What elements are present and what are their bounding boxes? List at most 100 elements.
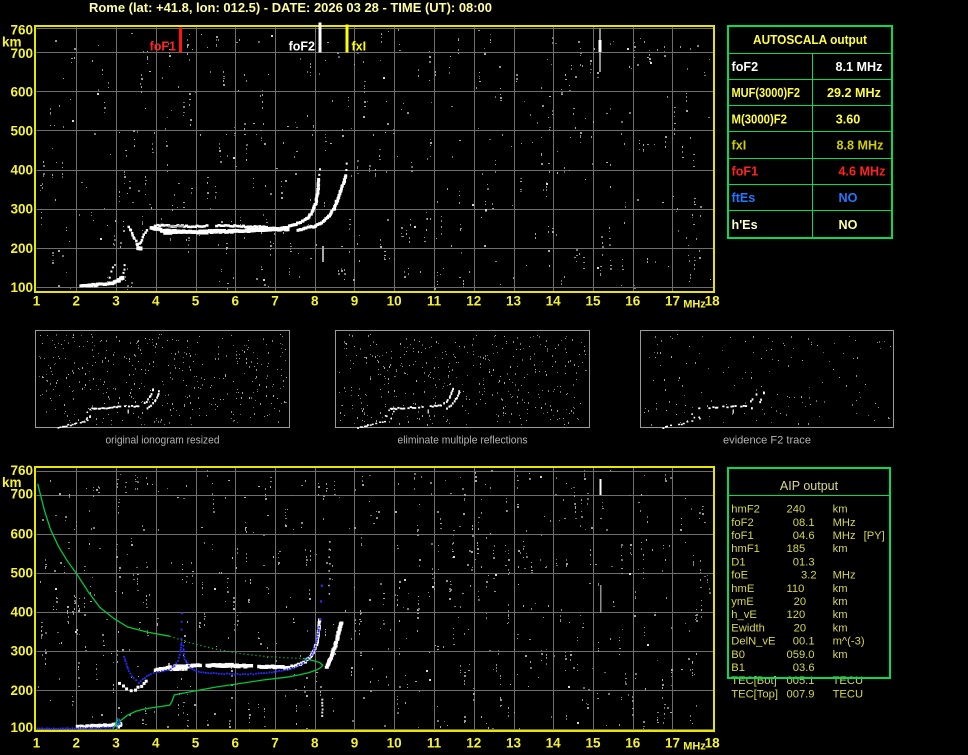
- svg-text:km: km: [833, 543, 848, 555]
- svg-text:200: 200: [10, 683, 33, 698]
- svg-text:evidence F2 trace: evidence F2 trace: [723, 435, 811, 447]
- svg-text:MHz: MHz: [833, 570, 856, 582]
- svg-text:04.6: 04.6: [793, 530, 815, 542]
- svg-text:240: 240: [787, 504, 806, 516]
- svg-text:1: 1: [33, 294, 41, 309]
- svg-text:400: 400: [10, 163, 33, 178]
- svg-text:ftEs: ftEs: [732, 191, 756, 205]
- svg-text:[PY]: [PY]: [864, 530, 885, 542]
- svg-text:08.1: 08.1: [793, 517, 815, 529]
- svg-text:foF1: foF1: [150, 40, 176, 54]
- svg-text:foF1: foF1: [732, 165, 759, 179]
- svg-text:MHz: MHz: [833, 517, 856, 529]
- svg-text:14: 14: [546, 294, 562, 309]
- svg-text:007.9: 007.9: [787, 688, 815, 700]
- svg-text:foE: foE: [731, 570, 748, 582]
- svg-text:11: 11: [427, 736, 442, 751]
- svg-text:hmE: hmE: [731, 583, 754, 595]
- svg-text:4: 4: [152, 736, 160, 751]
- svg-text:7: 7: [271, 294, 279, 309]
- svg-text:4.6 MHz: 4.6 MHz: [839, 165, 886, 179]
- svg-text:hmF1: hmF1: [731, 543, 760, 555]
- svg-text:185: 185: [787, 543, 806, 555]
- svg-text:B1: B1: [731, 662, 745, 674]
- svg-text:17: 17: [665, 736, 680, 751]
- svg-text:01.3: 01.3: [793, 556, 815, 568]
- svg-text:10: 10: [387, 736, 402, 751]
- svg-text:300: 300: [10, 202, 33, 217]
- svg-text:10: 10: [387, 294, 402, 309]
- svg-text:NO: NO: [839, 218, 858, 232]
- svg-text:AUTOSCALA output: AUTOSCALA output: [753, 32, 868, 47]
- svg-text:ymE: ymE: [731, 596, 753, 608]
- svg-text:fxI: fxI: [352, 40, 367, 54]
- svg-text:29.2 MHz: 29.2 MHz: [827, 86, 881, 100]
- svg-text:20: 20: [794, 622, 806, 634]
- svg-text:AIP output: AIP output: [780, 479, 839, 493]
- svg-text:8.8 MHz: 8.8 MHz: [837, 139, 884, 153]
- svg-text:5: 5: [192, 294, 200, 309]
- svg-text:km: km: [833, 609, 848, 621]
- svg-text:600: 600: [10, 85, 33, 100]
- svg-text:8: 8: [311, 294, 319, 309]
- svg-text:2: 2: [72, 736, 80, 751]
- svg-text:TEC[Top]: TEC[Top]: [731, 688, 778, 700]
- svg-text:100: 100: [10, 720, 33, 735]
- svg-text:km: km: [833, 596, 848, 608]
- svg-text:Ewidth: Ewidth: [731, 622, 765, 634]
- svg-text:original ionogram resized: original ionogram resized: [106, 435, 220, 447]
- svg-text:13: 13: [506, 736, 522, 751]
- svg-text:16: 16: [625, 294, 641, 309]
- svg-text:13: 13: [506, 294, 522, 309]
- svg-text:03.6: 03.6: [793, 662, 815, 674]
- svg-text:foF2: foF2: [732, 60, 759, 74]
- svg-text:3.2: 3.2: [801, 570, 817, 582]
- svg-text:500: 500: [10, 566, 33, 581]
- svg-text:DelN_vE: DelN_vE: [731, 636, 775, 648]
- svg-text:500: 500: [10, 124, 33, 139]
- svg-text:M(3000)F2: M(3000)F2: [732, 112, 788, 126]
- svg-text:NO: NO: [839, 191, 858, 205]
- svg-text:400: 400: [10, 605, 33, 620]
- svg-text:km: km: [833, 622, 848, 634]
- svg-text:7: 7: [271, 736, 279, 751]
- svg-text:h'Es: h'Es: [732, 218, 758, 232]
- svg-text:15: 15: [585, 294, 601, 309]
- svg-text:100: 100: [10, 280, 33, 295]
- svg-text:B0: B0: [731, 649, 745, 661]
- svg-text:hmF2: hmF2: [731, 504, 760, 516]
- svg-text:059.0: 059.0: [787, 649, 815, 661]
- svg-text:Rome (lat: +41.8, lon: 012.5): Rome (lat: +41.8, lon: 012.5) - DATE: 20…: [89, 0, 492, 15]
- svg-text:km: km: [833, 649, 848, 661]
- svg-text:15: 15: [585, 736, 601, 751]
- svg-text:00.1: 00.1: [793, 636, 815, 648]
- svg-text:km: km: [833, 583, 848, 595]
- svg-text:eliminate multiple reflections: eliminate multiple reflections: [398, 435, 529, 447]
- svg-text:3: 3: [112, 294, 120, 309]
- svg-text:MUF(3000)F2: MUF(3000)F2: [732, 86, 801, 100]
- svg-text:600: 600: [10, 526, 33, 541]
- svg-text:foF2: foF2: [731, 517, 753, 529]
- svg-text:3: 3: [112, 736, 120, 751]
- svg-text:4: 4: [152, 294, 160, 309]
- svg-text:5: 5: [192, 736, 200, 751]
- svg-text:14: 14: [546, 736, 562, 751]
- svg-text:6: 6: [231, 294, 239, 309]
- svg-text:16: 16: [625, 736, 641, 751]
- svg-text:MHz: MHz: [683, 299, 706, 311]
- svg-text:2: 2: [72, 294, 80, 309]
- svg-text:300: 300: [10, 644, 33, 659]
- svg-text:6: 6: [231, 736, 239, 751]
- svg-text:120: 120: [787, 609, 806, 621]
- svg-text:3.60: 3.60: [836, 112, 861, 126]
- svg-text:18: 18: [705, 736, 721, 751]
- svg-text:8.1 MHz: 8.1 MHz: [836, 60, 883, 74]
- svg-text:h_vE: h_vE: [731, 609, 757, 621]
- svg-text:foF2: foF2: [289, 40, 315, 54]
- svg-text:700: 700: [10, 46, 33, 61]
- svg-text:110: 110: [787, 583, 805, 595]
- svg-text:TECU: TECU: [833, 688, 863, 700]
- svg-text:17: 17: [665, 294, 680, 309]
- svg-text:9: 9: [351, 294, 359, 309]
- svg-text:MHz: MHz: [683, 741, 706, 753]
